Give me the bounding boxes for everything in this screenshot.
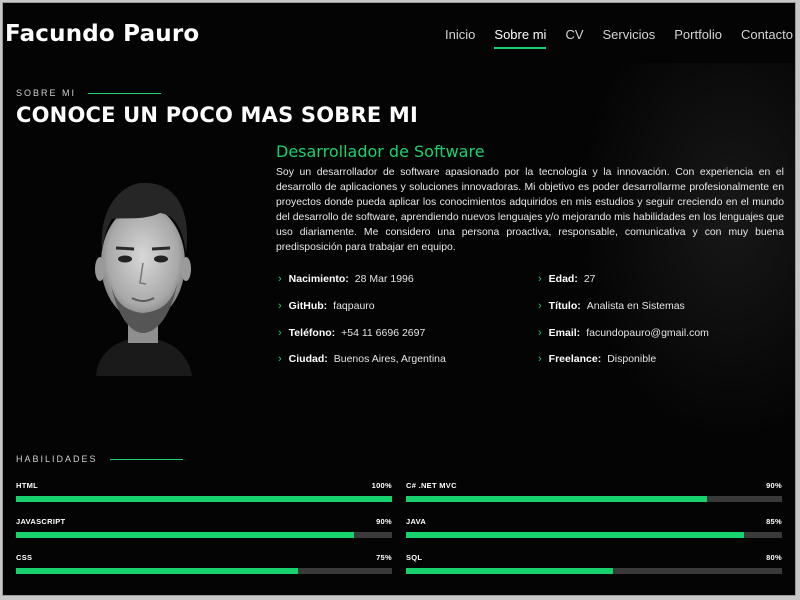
skill-bar-fill — [406, 532, 745, 538]
info-value[interactable]: faqpauro — [333, 300, 374, 312]
info-value: Buenos Aires, Argentina — [333, 353, 446, 365]
nav-portfolio[interactable]: Portfolio — [674, 27, 722, 42]
profile-photo — [95, 182, 192, 376]
skills-section-divider — [109, 458, 183, 460]
nav-cv[interactable]: CV — [565, 27, 583, 42]
skill-csharp: C# .NET MVC 90% — [406, 481, 782, 502]
info-nacimiento: › Nacimiento: 28 Mar 1996 — [278, 273, 414, 285]
info-value: Analista en Sistemas — [586, 300, 685, 312]
skill-bar-track — [16, 496, 392, 502]
info-email: › Email: facundopauro@gmail.com — [538, 327, 709, 339]
skill-javascript: JAVASCRIPT 90% — [16, 517, 392, 538]
skill-percent: 100% — [371, 481, 392, 490]
skills-section-label-text: HABILIDADES — [16, 454, 98, 464]
skill-name: C# .NET MVC — [406, 481, 457, 490]
about-section-label-text: SOBRE MI — [16, 88, 77, 98]
skill-sql: SQL 80% — [406, 553, 782, 574]
skill-percent: 90% — [766, 481, 782, 490]
skill-html: HTML 100% — [16, 481, 392, 502]
info-ciudad: › Ciudad: Buenos Aires, Argentina — [278, 353, 446, 365]
nav-contacto[interactable]: Contacto — [741, 27, 793, 42]
info-label: Freelance: — [548, 353, 602, 365]
skill-percent: 90% — [376, 517, 392, 526]
nav-servicios[interactable]: Servicios — [603, 27, 656, 42]
page: Facundo Pauro Inicio Sobre mi CV Servici… — [2, 2, 796, 596]
info-edad: › Edad: 27 — [538, 273, 596, 285]
main-nav: Inicio Sobre mi CV Servicios Portfolio C… — [426, 27, 793, 49]
info-label: Título: — [548, 300, 581, 312]
chevron-right-icon: › — [538, 327, 542, 339]
nav-inicio[interactable]: Inicio — [445, 27, 475, 42]
bio-paragraph: Soy un desarrollador de software apasion… — [276, 167, 784, 253]
skill-bar-track — [406, 568, 782, 574]
skill-name: SQL — [406, 553, 423, 562]
skill-css: CSS 75% — [16, 553, 392, 574]
chevron-right-icon: › — [278, 300, 282, 312]
skill-name: CSS — [16, 553, 33, 562]
info-value: Disponible — [607, 353, 657, 365]
skill-java: JAVA 85% — [406, 517, 782, 538]
chevron-right-icon: › — [278, 353, 282, 365]
info-label: Edad: — [548, 273, 578, 285]
info-label: GitHub: — [288, 300, 328, 312]
info-value: 28 Mar 1996 — [354, 273, 414, 285]
chevron-right-icon: › — [278, 327, 282, 339]
role-title: Desarrollador de Software — [276, 142, 485, 161]
skill-bar-fill — [406, 496, 707, 502]
info-label: Nacimiento: — [288, 273, 349, 285]
skill-bar-fill — [16, 532, 355, 538]
about-section-label: SOBRE MI — [16, 88, 162, 98]
info-value: +54 11 6696 2697 — [341, 327, 426, 339]
info-freelance: › Freelance: Disponible — [538, 353, 656, 365]
skill-bar-track — [16, 568, 392, 574]
skill-bar-track — [406, 532, 782, 538]
skill-bar-fill — [406, 568, 613, 574]
info-value: 27 — [583, 273, 596, 285]
chevron-right-icon: › — [278, 273, 282, 285]
site-logo[interactable]: Facundo Pauro — [5, 21, 199, 47]
skill-percent: 85% — [766, 517, 782, 526]
skill-bar-track — [406, 496, 782, 502]
chevron-right-icon: › — [538, 273, 542, 285]
info-label: Ciudad: — [288, 353, 328, 365]
info-github: › GitHub: faqpauro — [278, 300, 375, 312]
skill-bar-fill — [16, 568, 298, 574]
skill-percent: 80% — [766, 553, 782, 562]
info-titulo: › Título: Analista en Sistemas — [538, 300, 685, 312]
chevron-right-icon: › — [538, 300, 542, 312]
nav-sobre-mi[interactable]: Sobre mi — [494, 27, 547, 49]
about-title: CONOCE UN POCO MAS SOBRE MI — [16, 103, 419, 127]
info-label: Email: — [548, 327, 581, 339]
skill-name: HTML — [16, 481, 39, 490]
info-label: Teléfono: — [288, 327, 336, 339]
header: Facundo Pauro Inicio Sobre mi CV Servici… — [3, 3, 795, 67]
skill-name: JAVASCRIPT — [16, 517, 66, 526]
info-value[interactable]: facundopauro@gmail.com — [586, 327, 709, 339]
skill-bar-track — [16, 532, 392, 538]
chevron-right-icon: › — [538, 353, 542, 365]
skill-bar-fill — [16, 496, 392, 502]
about-section-divider — [88, 92, 162, 94]
skill-percent: 75% — [376, 553, 392, 562]
skill-name: JAVA — [406, 517, 427, 526]
info-telefono: › Teléfono: +54 11 6696 2697 — [278, 327, 425, 339]
skills-section-label: HABILIDADES — [16, 454, 183, 464]
